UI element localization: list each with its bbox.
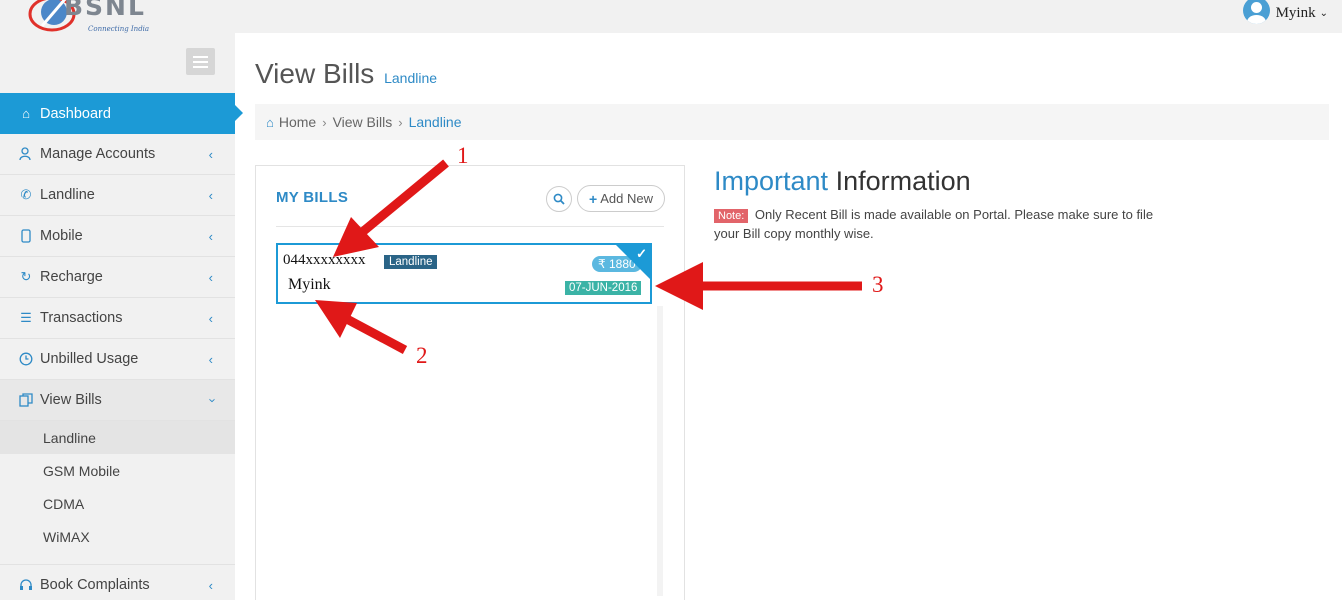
bill-customer-name: Myink — [288, 276, 331, 293]
copy-icon — [18, 392, 34, 408]
chevron-down-icon[interactable]: ⌄ — [1320, 8, 1328, 19]
user-menu[interactable]: Myink ⌄ — [1242, 0, 1328, 26]
bill-card[interactable]: 044xxxxxxxx Landline Myink ₹ 1880 07-JUN… — [276, 243, 652, 304]
note-badge: Note: — [714, 209, 749, 223]
sidebar-item-label: Manage Accounts — [40, 146, 156, 162]
important-info-title: Important Information — [714, 166, 971, 197]
avatar[interactable] — [1242, 0, 1270, 24]
chevron-right-icon: › — [322, 114, 327, 130]
scrollbar[interactable] — [657, 306, 663, 596]
sidebar-item-mobile[interactable]: Mobile ‹ — [0, 216, 235, 257]
my-bills-title: MY BILLS — [276, 189, 349, 206]
submenu-item-cdma[interactable]: CDMA — [0, 487, 235, 520]
annotation-arrow-3 — [655, 262, 862, 310]
bill-date-badge: 07-JUN-2016 — [565, 281, 642, 295]
sidebar-item-label: Dashboard — [40, 105, 111, 122]
list-icon: ☰ — [20, 310, 32, 325]
sidebar-item-manage-accounts[interactable]: Manage Accounts ‹ — [0, 134, 235, 175]
sidebar-item-label: View Bills — [40, 392, 102, 408]
sidebar-toggle-button[interactable] — [186, 48, 215, 75]
top-bar: BSNL Connecting India Myink ⌄ — [0, 0, 1342, 33]
breadcrumb: ⌂ Home › View Bills › Landline — [255, 104, 1329, 140]
chevron-left-icon: ‹ — [208, 352, 213, 367]
sidebar-item-view-bills[interactable]: View Bills ‹ — [0, 380, 235, 421]
home-icon: ⌂ — [22, 106, 30, 121]
chevron-left-icon: ‹ — [208, 311, 213, 326]
menu-line — [193, 60, 208, 63]
submenu-item-landline[interactable]: Landline — [0, 421, 235, 454]
sidebar-item-label: Landline — [40, 187, 95, 203]
sidebar-item-label: Book Complaints — [40, 576, 150, 593]
add-new-button[interactable]: + Add New — [577, 185, 665, 212]
submenu-item-gsm-mobile[interactable]: GSM Mobile — [0, 454, 235, 487]
brand-tagline: Connecting India — [88, 25, 150, 33]
clock-icon — [18, 351, 34, 367]
search-icon — [553, 193, 565, 205]
breadcrumb-current: Landline — [408, 114, 462, 130]
sidebar-item-label: Recharge — [40, 269, 103, 285]
brand-name: BSNL — [64, 0, 146, 21]
annotation-label-3: 3 — [872, 272, 884, 297]
important-info-text: Note: Only Recent Bill is made available… — [714, 206, 1154, 243]
page-title: View Bills Landline — [255, 58, 437, 90]
sidebar-item-recharge[interactable]: ↻ Recharge ‹ — [0, 257, 235, 298]
sidebar-item-dashboard[interactable]: ⌂ Dashboard — [0, 93, 243, 134]
user-name[interactable]: Myink — [1276, 5, 1316, 22]
page-subtitle: Landline — [384, 70, 438, 86]
view-bills-submenu: Landline GSM Mobile CDMA WiMAX — [0, 421, 235, 553]
phone-icon: ✆ — [20, 187, 32, 202]
my-bills-panel: MY BILLS + Add New — [255, 165, 685, 600]
chevron-down-icon: ‹ — [203, 398, 219, 403]
users-icon — [18, 146, 34, 162]
page-title-text: View Bills — [255, 58, 375, 89]
breadcrumb-parent[interactable]: View Bills — [333, 114, 393, 130]
refresh-icon: ↻ — [20, 269, 32, 284]
add-new-label: Add New — [600, 191, 653, 206]
sidebar-item-landline[interactable]: ✆ Landline ‹ — [0, 175, 235, 216]
sidebar-item-book-complaints[interactable]: Book Complaints ‹ — [0, 564, 235, 600]
chevron-left-icon: ‹ — [208, 147, 213, 162]
divider — [276, 226, 664, 227]
sidebar-nav: ⌂ Dashboard Manage Accounts ‹ ✆ Landline… — [0, 93, 243, 600]
note-text: Only Recent Bill is made available on Po… — [714, 207, 1154, 241]
submenu-item-wimax[interactable]: WiMAX — [0, 520, 235, 553]
chevron-left-icon: ‹ — [208, 188, 213, 203]
sidebar-item-label: Mobile — [40, 228, 83, 244]
headset-icon — [18, 577, 34, 593]
chevron-left-icon: ‹ — [208, 229, 213, 244]
annotation-label-2: 2 — [416, 343, 428, 368]
home-icon[interactable]: ⌂ — [266, 115, 274, 130]
search-button[interactable] — [546, 186, 572, 212]
sidebar-item-unbilled-usage[interactable]: Unbilled Usage ‹ — [0, 339, 235, 380]
info-title-rest: Information — [835, 166, 971, 196]
menu-line — [193, 65, 208, 68]
sidebar-item-transactions[interactable]: ☰ Transactions ‹ — [0, 298, 235, 339]
plus-icon: + — [589, 190, 598, 207]
mobile-icon — [18, 228, 34, 244]
sidebar: ⌂ Dashboard Manage Accounts ‹ ✆ Landline… — [0, 33, 243, 600]
chevron-right-icon: › — [398, 114, 403, 130]
sidebar-item-label: Transactions — [40, 310, 123, 326]
sidebar-item-label: Unbilled Usage — [40, 351, 139, 367]
bill-type-badge: Landline — [384, 255, 438, 269]
bill-account-number: 044xxxxxxxx — [283, 252, 366, 268]
chevron-left-icon: ‹ — [208, 270, 213, 285]
breadcrumb-home[interactable]: Home — [279, 114, 316, 130]
annotation-label-1: 1 — [457, 143, 469, 168]
check-icon: ✓ — [636, 246, 647, 261]
menu-line — [193, 55, 208, 58]
chevron-left-icon: ‹ — [208, 578, 213, 593]
info-title-highlight: Important — [714, 166, 829, 196]
